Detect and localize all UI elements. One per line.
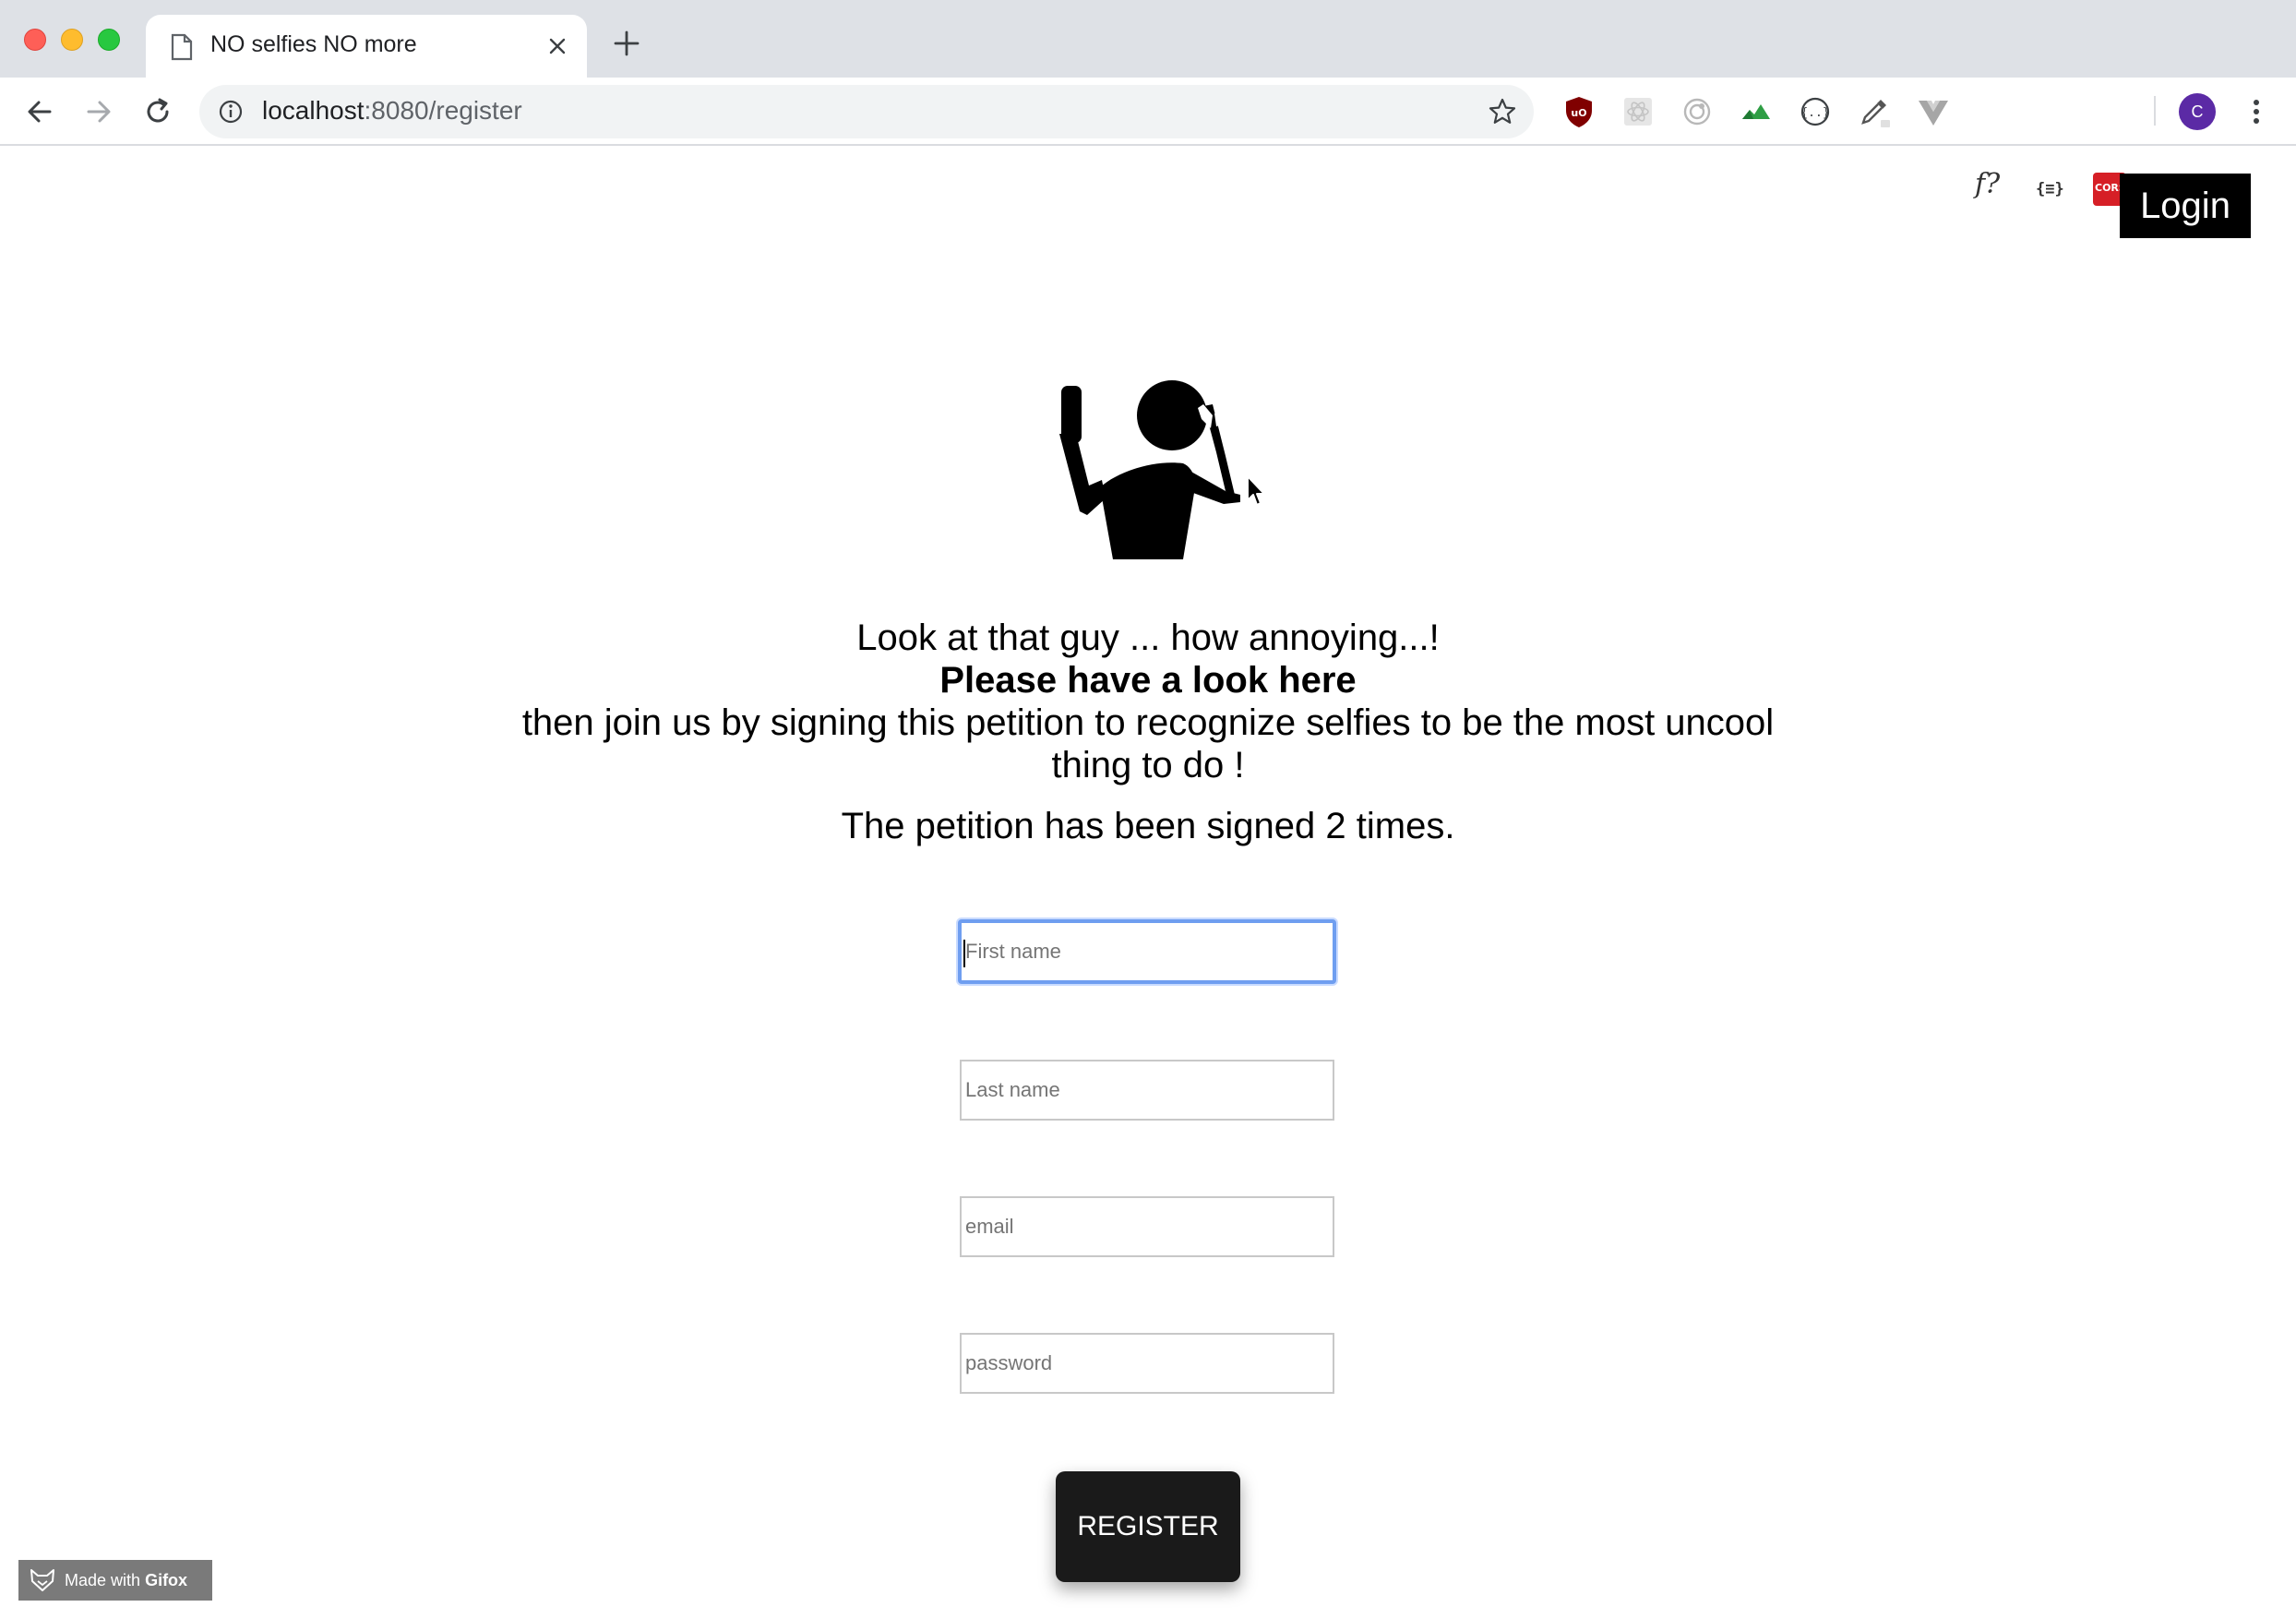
browser-tab-active[interactable]: NO selfies NO more bbox=[146, 15, 587, 78]
last-name-input[interactable] bbox=[960, 1060, 1334, 1121]
back-arrow-icon[interactable] bbox=[22, 94, 57, 129]
plus-icon[interactable] bbox=[613, 30, 640, 57]
watermark-prefix: Made with bbox=[65, 1571, 141, 1589]
json-viewer-icon[interactable]: {≡} bbox=[2036, 180, 2064, 198]
window-close-button[interactable] bbox=[24, 29, 46, 51]
browser-tab-strip: NO selfies NO more bbox=[0, 0, 2296, 78]
register-button[interactable]: REGISTER bbox=[1056, 1471, 1240, 1582]
function-extension-icon[interactable]: f? bbox=[1975, 168, 2000, 200]
close-icon[interactable] bbox=[544, 33, 570, 59]
info-icon[interactable] bbox=[218, 99, 244, 125]
url-host: localhost bbox=[262, 96, 365, 125]
profile-avatar[interactable]: C bbox=[2179, 93, 2216, 130]
svg-text:{..}: {..} bbox=[1800, 106, 1829, 120]
first-name-input[interactable] bbox=[958, 919, 1336, 984]
selfie-person-icon bbox=[1059, 380, 1240, 559]
window-maximize-button[interactable] bbox=[98, 29, 120, 51]
url-path: :8080/register bbox=[364, 96, 522, 125]
intro-text: Look at that guy ... how annoying...! Pl… bbox=[517, 617, 1779, 786]
green-mountain-extension-icon[interactable] bbox=[1739, 94, 1774, 129]
tab-title: NO selfies NO more bbox=[210, 31, 417, 57]
login-button[interactable]: Login bbox=[2120, 174, 2251, 238]
toolbar-separator bbox=[2154, 96, 2156, 126]
svg-text:uO: uO bbox=[1571, 107, 1586, 119]
petition-signature-count: The petition has been signed 2 times. bbox=[841, 806, 1455, 846]
watermark-brand: Gifox bbox=[145, 1571, 188, 1589]
fox-logo-icon bbox=[30, 1569, 54, 1591]
reload-icon[interactable] bbox=[140, 94, 175, 129]
forward-arrow-icon[interactable] bbox=[81, 94, 116, 129]
more-vertical-icon[interactable] bbox=[2250, 94, 2263, 129]
text-caret bbox=[963, 940, 965, 967]
document-icon bbox=[171, 33, 193, 61]
react-devtools-icon[interactable] bbox=[1620, 94, 1656, 129]
password-input[interactable] bbox=[960, 1333, 1334, 1394]
ublock-shield-icon[interactable]: uO bbox=[1561, 94, 1596, 129]
intro-line-3: then join us by signing this petition to… bbox=[521, 702, 1775, 786]
intro-line-1: Look at that guy ... how annoying...! bbox=[856, 618, 1440, 658]
browser-toolbar: localhost:8080/register uO {..} f? {≡} C… bbox=[0, 78, 2296, 206]
gifox-watermark: Made with Gifox bbox=[18, 1560, 212, 1601]
bookmark-star-icon[interactable] bbox=[1488, 97, 1517, 126]
window-minimize-button[interactable] bbox=[61, 29, 83, 51]
email-input[interactable] bbox=[960, 1196, 1334, 1257]
braces-circle-extension-icon[interactable]: {..} bbox=[1798, 94, 1833, 129]
address-bar[interactable]: localhost:8080/register bbox=[199, 85, 1534, 138]
eyedropper-icon[interactable] bbox=[1857, 94, 1892, 129]
url-text: localhost:8080/register bbox=[262, 96, 522, 126]
target-extension-icon[interactable] bbox=[1680, 94, 1715, 129]
intro-look-here[interactable]: Please have a look here bbox=[517, 659, 1779, 702]
mouse-cursor-icon bbox=[1247, 475, 1265, 506]
vue-devtools-icon[interactable] bbox=[1916, 94, 1951, 129]
